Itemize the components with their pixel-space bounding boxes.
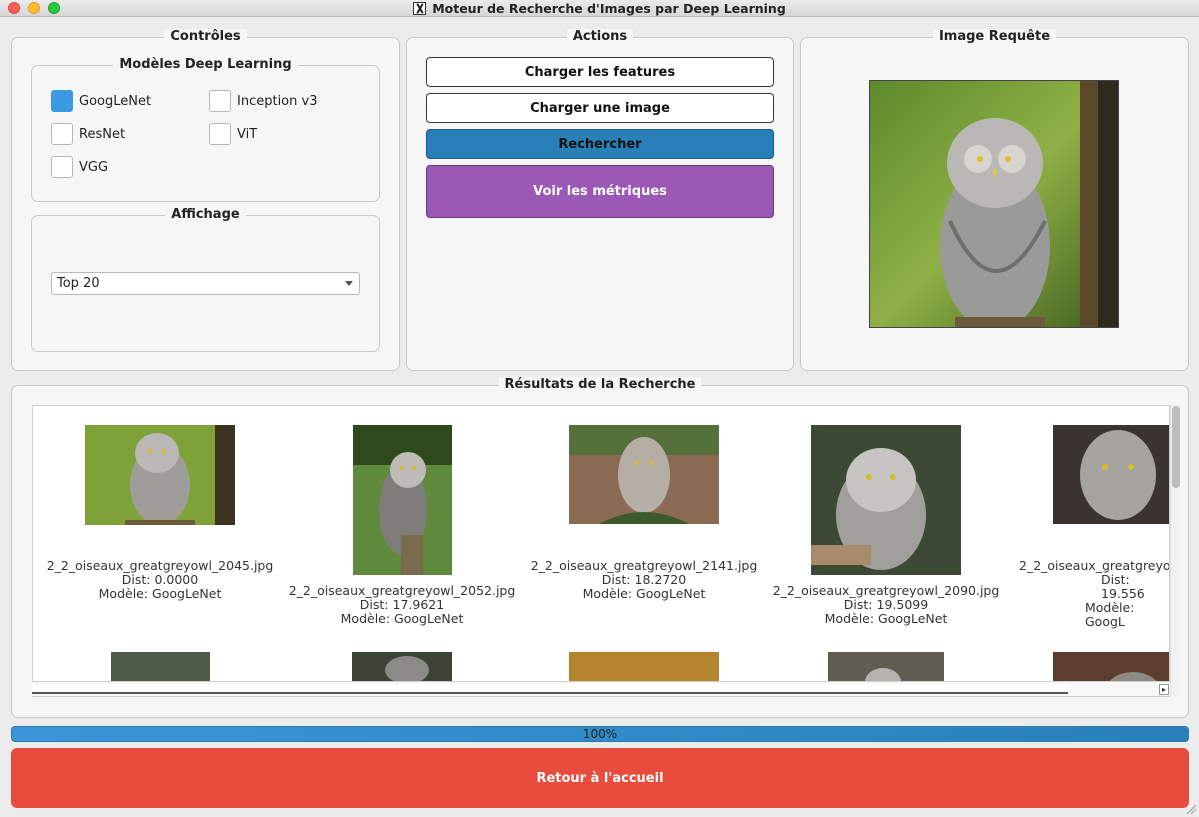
result-thumbnail[interactable] <box>569 425 719 524</box>
controls-group: Contrôles Modèles Deep Learning GoogLeNe… <box>11 29 400 371</box>
load-features-button[interactable]: Charger les features <box>426 57 774 87</box>
result-filename: 2_2_oiseaux_greatgreyowl_2045.jpg <box>46 558 274 573</box>
result-model: Modèle: GoogLeNet <box>340 611 464 626</box>
result-model: Modèle: GoogLeNet <box>98 586 222 601</box>
actions-group: Actions Charger les features Charger une… <box>406 29 794 371</box>
chevron-down-icon <box>345 281 353 286</box>
checkbox-vgg-label: VGG <box>79 159 109 175</box>
results-vertical-scrollbar[interactable] <box>1170 405 1180 695</box>
results-horizontal-scrollbar[interactable]: ▸ <box>32 681 1170 696</box>
checkbox-vit-box[interactable] <box>209 123 231 145</box>
result-distance: Dist: 19.5099 <box>843 597 929 612</box>
window-title: Moteur de Recherche d'Images par Deep Le… <box>432 1 786 16</box>
result-distance: Dist: 17.9621 <box>359 597 445 612</box>
result-filename: 2_2_oiseaux_greatgreyowl_2052.jpg <box>288 583 516 598</box>
display-group-title: Affichage <box>165 207 246 222</box>
result-filename: 2_2_oiseaux_greatgreyowl_2141.jpg <box>530 558 758 573</box>
models-group: Modèles Deep Learning GoogLeNet Inceptio… <box>31 57 380 202</box>
checkbox-resnet[interactable]: ResNet <box>51 123 125 145</box>
result-thumbnail[interactable] <box>353 425 452 575</box>
progress-label: 100% <box>582 727 618 741</box>
checkbox-googlenet[interactable]: GoogLeNet <box>51 90 151 112</box>
checkbox-inception-v3[interactable]: Inception v3 <box>209 90 317 112</box>
display-group: Affichage Top 20 <box>31 207 380 352</box>
result-model: Modèle: GoogL <box>1085 600 1135 629</box>
result-item: 2_2_oiseaux_greatgreyowl_2052.jpg Dist: … <box>287 584 517 626</box>
controls-group-title: Contrôles <box>164 29 247 44</box>
resize-grip-icon[interactable] <box>1185 803 1197 815</box>
horizontal-scroll-thumb[interactable] <box>32 684 1068 694</box>
result-filename: 2_2_oiseaux_greatgreyowl_2090.jpg <box>772 583 1000 598</box>
actions-group-title: Actions <box>566 29 634 44</box>
result-item: 2_2_oiseaux_greatgreyo Dist: 19.556 Modè… <box>1015 558 1170 629</box>
result-distance: Dist: 0.0000 <box>121 572 199 587</box>
checkbox-vgg-box[interactable] <box>51 156 73 178</box>
result-item: 2_2_oiseaux_greatgreyowl_2090.jpg Dist: … <box>771 584 1001 626</box>
main-window: Contrôles Modèles Deep Learning GoogLeNe… <box>0 18 1199 817</box>
models-group-title: Modèles Deep Learning <box>113 57 298 72</box>
result-item: 2_2_oiseaux_greatgreyowl_2141.jpg Dist: … <box>517 559 771 601</box>
vertical-scroll-thumb[interactable] <box>1172 406 1180 488</box>
result-filename: 2_2_oiseaux_greatgreyo <box>1019 558 1170 573</box>
query-image-group-title: Image Requête <box>932 29 1057 44</box>
scroll-right-icon[interactable]: ▸ <box>1159 684 1169 695</box>
checkbox-vgg[interactable]: VGG <box>51 156 108 178</box>
home-button[interactable]: Retour à l'accueil <box>11 748 1189 808</box>
x11-app-icon <box>413 2 427 15</box>
checkbox-inception-v3-label: Inception v3 <box>237 93 318 109</box>
top-n-select[interactable]: Top 20 <box>51 272 360 295</box>
result-thumbnail[interactable] <box>1053 425 1169 524</box>
checkbox-vit[interactable]: ViT <box>209 123 257 145</box>
results-group-title: Résultats de la Recherche <box>498 377 702 392</box>
checkbox-vit-label: ViT <box>237 126 258 142</box>
result-item: 2_2_oiseaux_greatgreyowl_2045.jpg Dist: … <box>33 559 287 601</box>
result-thumbnail[interactable] <box>811 425 961 575</box>
query-image <box>869 80 1119 328</box>
title-bar: Moteur de Recherche d'Images par Deep Le… <box>0 0 1199 17</box>
checkbox-googlenet-label: GoogLeNet <box>79 93 152 109</box>
result-distance: Dist: 18.2720 <box>601 572 687 587</box>
checkbox-inception-v3-box[interactable] <box>209 90 231 112</box>
query-image-group: Image Requête <box>800 29 1189 371</box>
result-model: Modèle: GoogLeNet <box>824 611 948 626</box>
result-distance: Dist: 19.556 <box>1101 572 1145 601</box>
checkbox-googlenet-box[interactable] <box>51 90 73 112</box>
results-scroll-area[interactable]: 2_2_oiseaux_greatgreyowl_2045.jpg Dist: … <box>32 405 1170 697</box>
top-n-select-value: Top 20 <box>57 276 100 291</box>
result-thumbnail[interactable] <box>85 425 235 525</box>
search-button[interactable]: Rechercher <box>426 129 774 159</box>
progress-bar: 100% <box>11 726 1189 742</box>
metrics-button[interactable]: Voir les métriques <box>426 165 774 218</box>
checkbox-resnet-box[interactable] <box>51 123 73 145</box>
load-image-button[interactable]: Charger une image <box>426 93 774 123</box>
results-group: Résultats de la Recherche 2_2_oiseaux_gr… <box>11 377 1189 718</box>
result-model: Modèle: GoogLeNet <box>582 586 706 601</box>
checkbox-resnet-label: ResNet <box>79 126 126 142</box>
